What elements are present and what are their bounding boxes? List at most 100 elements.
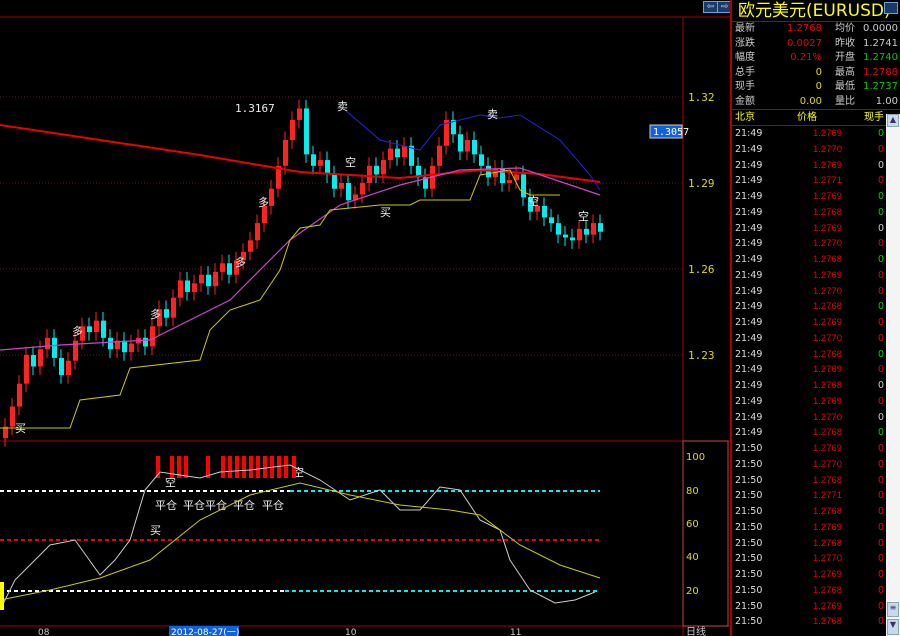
tick-volume: 0 xyxy=(877,458,884,470)
tick-time: 21:50 xyxy=(735,600,763,612)
candle xyxy=(360,183,365,195)
stat-value: 0.0000 xyxy=(863,23,898,34)
tick-row: 21:50 1.2770 0 xyxy=(732,457,900,473)
candle xyxy=(297,108,302,120)
candle xyxy=(367,165,372,183)
tick-price: 1.2768 xyxy=(812,537,842,549)
tick-price: 1.2770 xyxy=(812,332,842,344)
scroll-left-button[interactable]: ⇦ xyxy=(703,1,718,13)
tick-price: 1.2769 xyxy=(812,569,842,580)
price-tick: 1.29 xyxy=(688,177,715,190)
candle xyxy=(255,223,260,241)
candle xyxy=(269,188,274,206)
tick-price: 1.2770 xyxy=(812,285,842,297)
stat-label: 最新 xyxy=(735,23,755,34)
long-signal: 多 xyxy=(258,195,269,209)
candle xyxy=(598,223,603,232)
maximize-icon[interactable] xyxy=(884,2,898,14)
header-time: 北京 xyxy=(735,112,755,123)
tick-time: 21:49 xyxy=(735,364,763,376)
tick-volume: 0 xyxy=(877,317,884,328)
tick-price: 1.2769 xyxy=(812,443,842,454)
tick-row: 21:49 1.2768 0 xyxy=(732,347,900,363)
tick-price: 1.2770 xyxy=(812,411,842,423)
oscillator-k-line xyxy=(0,464,596,611)
tick-row: 21:49 1.2769 0 xyxy=(732,394,900,410)
candle xyxy=(143,337,148,347)
short-signal: 空 xyxy=(578,209,589,223)
tick-row: 21:49 1.2770 0 xyxy=(732,284,900,300)
tick-price: 1.2769 xyxy=(812,269,842,281)
tick-price: 1.2769 xyxy=(812,521,842,533)
stat-value: 0 xyxy=(815,66,822,78)
tick-time: 21:50 xyxy=(735,521,763,533)
tick-volume: 0 xyxy=(877,128,884,139)
short-signal: 空 xyxy=(528,194,539,208)
candle xyxy=(122,340,127,353)
tick-time: 21:50 xyxy=(735,537,763,549)
candle xyxy=(458,134,463,152)
candle xyxy=(325,160,330,175)
tick-volume: 0 xyxy=(877,191,884,202)
candle xyxy=(332,174,337,189)
candle xyxy=(38,349,43,367)
quote-stats: 最新 1.2768 均价 0.0000 涨跌 0.0027 昨收 1.2741 幅度 0.21% 开… xyxy=(732,22,900,110)
candle xyxy=(101,320,106,338)
tick-time: 21:50 xyxy=(735,458,763,470)
tick-row: 21:49 1.2769 0 xyxy=(732,268,900,284)
scrollbar[interactable]: ▲ ≡ ▼ xyxy=(886,114,900,636)
tick-volume: 0 xyxy=(877,427,884,439)
stat-value: 1.2737 xyxy=(863,81,898,92)
tick-volume: 0 xyxy=(877,584,884,596)
candle xyxy=(290,119,295,140)
period-label[interactable]: 日线 xyxy=(686,625,706,636)
scroll-down-button[interactable]: ▼ xyxy=(887,619,899,635)
tick-price: 1.2768 xyxy=(812,427,842,439)
scroll-up-button[interactable]: ▲ xyxy=(887,114,899,127)
candle xyxy=(192,283,197,292)
scroll-thumb[interactable]: ≡ xyxy=(887,602,899,617)
tick-volume: 0 xyxy=(877,348,884,360)
candle xyxy=(556,223,561,235)
tick-time: 21:49 xyxy=(735,269,763,281)
stat-value: 1.2768 xyxy=(787,23,822,34)
stat-value: 0.00 xyxy=(799,95,822,107)
long-signal: 多 xyxy=(235,255,246,269)
tick-time: 21:49 xyxy=(735,395,763,407)
buy-signal: 买 xyxy=(150,524,161,537)
tick-row: 21:49 1.2769 0 xyxy=(732,221,900,237)
osc-tick: 100 xyxy=(686,452,705,463)
tick-time: 21:50 xyxy=(735,553,763,565)
candle xyxy=(570,237,575,241)
osc-tick: 80 xyxy=(686,486,699,497)
tick-time: 21:49 xyxy=(735,206,763,218)
tick-price: 1.2770 xyxy=(812,143,842,155)
close-signal: 平仓 xyxy=(262,498,284,512)
candle xyxy=(17,383,22,407)
tick-row: 21:50 1.2768 0 xyxy=(732,536,900,552)
long-signal: 多 xyxy=(150,307,161,321)
tick-volume: 0 xyxy=(877,600,884,612)
tick-row: 21:49 1.2769 0 xyxy=(732,158,900,174)
tick-price: 1.2770 xyxy=(812,553,842,565)
tick-time: 21:50 xyxy=(735,584,763,596)
candle xyxy=(283,140,288,166)
tick-volume: 0 xyxy=(877,206,884,218)
candle xyxy=(563,234,568,238)
candle xyxy=(178,280,183,298)
tick-price: 1.2768 xyxy=(812,206,842,218)
tick-volume: 0 xyxy=(877,254,884,265)
candle xyxy=(549,217,554,224)
candle xyxy=(24,355,29,384)
tick-volume: 0 xyxy=(877,521,884,533)
stat-value: 1.2740 xyxy=(863,52,898,63)
tick-row: 21:50 1.2771 0 xyxy=(732,488,900,504)
candle xyxy=(388,148,393,161)
candle xyxy=(507,180,512,183)
tick-volume: 0 xyxy=(877,285,884,297)
stat-label: 金额 xyxy=(735,95,755,107)
tick-time: 21:49 xyxy=(735,380,763,391)
tick-time: 21:49 xyxy=(735,254,763,265)
tick-time: 21:49 xyxy=(735,301,763,313)
price-chart[interactable]: 1.32 1.29 1.26 1.23 1.3057 1.3167 卖 卖 买 … xyxy=(0,0,730,636)
